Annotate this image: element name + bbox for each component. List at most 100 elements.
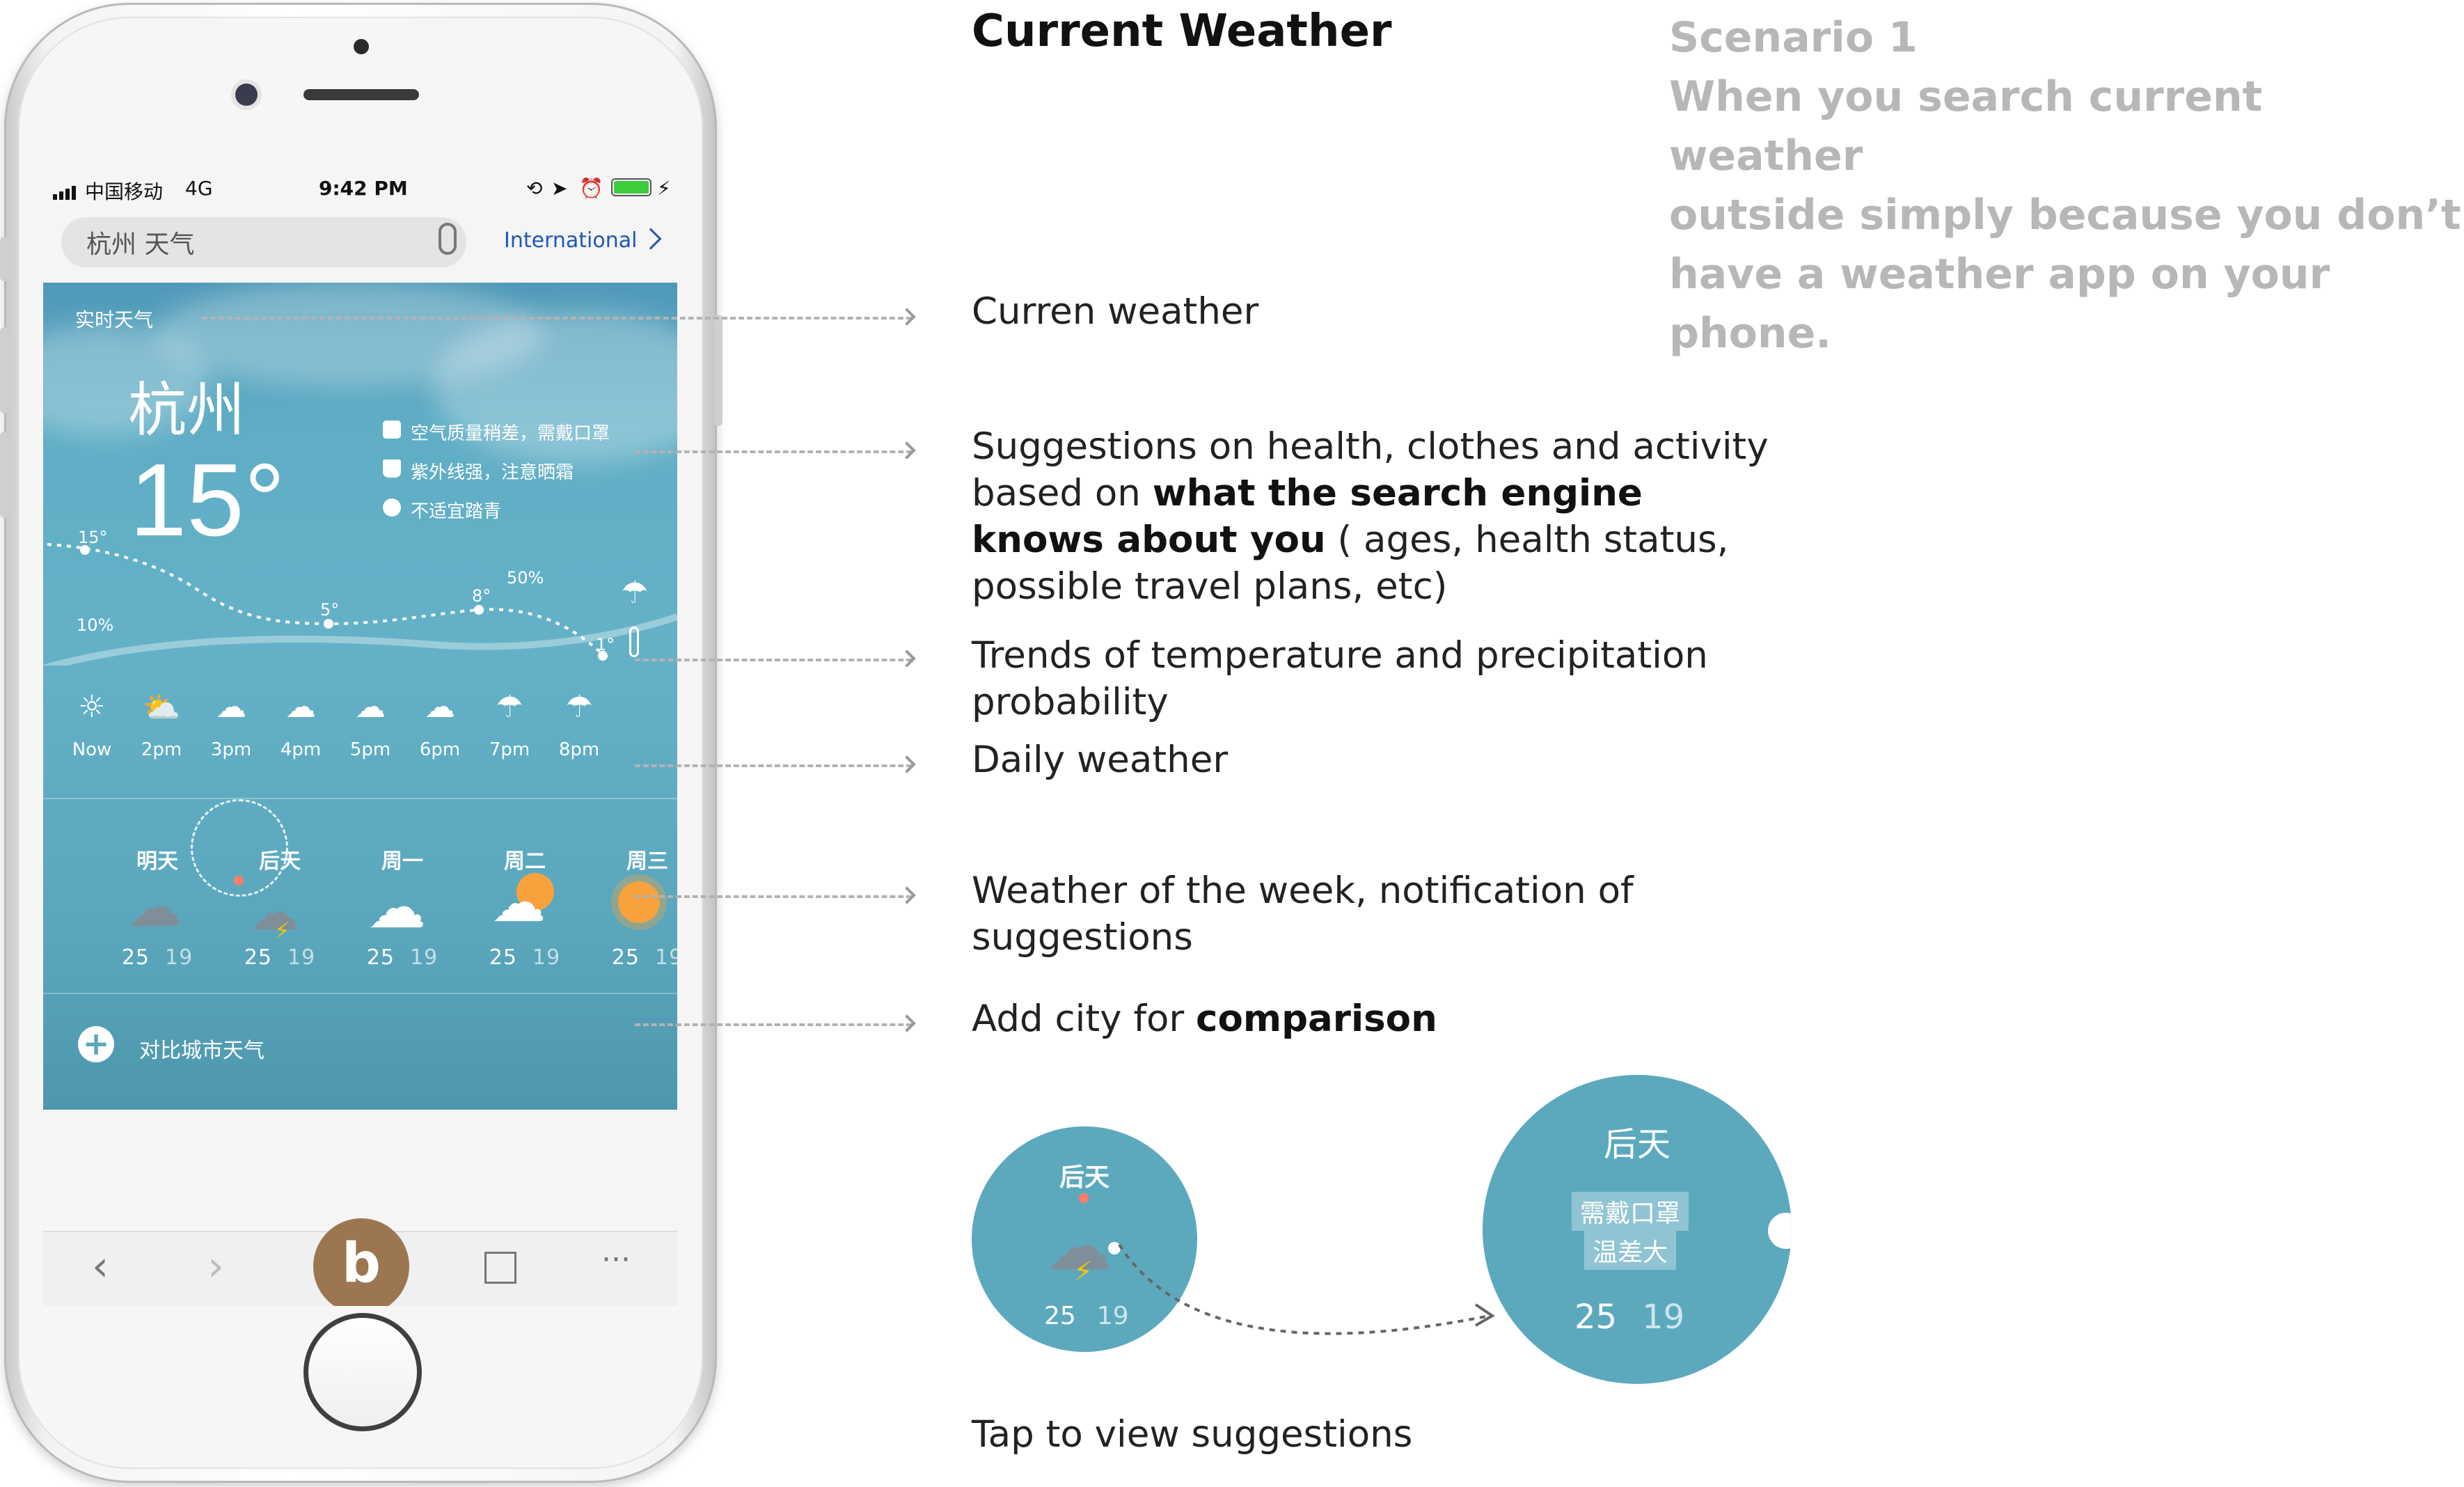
rain-cloud-icon[interactable]: ☁ [127, 874, 182, 939]
temp-point [474, 605, 484, 615]
bing-button[interactable]: b [313, 1218, 409, 1306]
annotation-text: Weather of the week, notification of sug… [972, 870, 1634, 959]
notification-dot [1079, 1193, 1089, 1203]
proximity-sensor [354, 39, 369, 54]
earpiece-speaker [303, 89, 419, 100]
back-icon[interactable]: ‹ [92, 1242, 109, 1291]
tip-text: 不适宜踏青 [411, 501, 502, 522]
city-name: 杭州 [128, 376, 246, 444]
weather-card: 实时天气 杭州 15° 空气质量稍差，需戴口罩 紫外线强，注意晒霜 不适宜踏青 … [43, 283, 677, 1110]
compare-city-button[interactable]: 对比城市天气 [139, 1033, 264, 1064]
suggestion-tag: 温差大 [1584, 1231, 1677, 1270]
cloud-icon[interactable]: ☁ [368, 873, 426, 941]
notification-dot [234, 876, 244, 886]
arrow-icon [898, 886, 916, 904]
connector-line [202, 317, 912, 320]
temp-label: 1° [596, 635, 615, 654]
annotation-text: Curren weather [972, 290, 1259, 333]
sun-icon: ☼ [78, 689, 106, 725]
tabs-icon[interactable] [484, 1252, 516, 1284]
connector-line [635, 450, 912, 453]
annotation-text: Add city for [972, 998, 1197, 1040]
tip-text: 空气质量稍差，需戴口罩 [411, 423, 610, 444]
mute-switch [0, 237, 8, 281]
cloud-moon-icon: ☁ [425, 689, 455, 725]
cloud-icon: ☁ [491, 872, 546, 934]
precip-label: 50% [507, 568, 544, 588]
annotation-compare: Add city for comparison [972, 996, 1772, 1042]
hour-label: Now [72, 739, 112, 760]
home-button[interactable] [303, 1313, 422, 1431]
day-temps: 25 19 [347, 945, 458, 970]
sun-icon[interactable] [618, 881, 660, 923]
microphone-icon[interactable] [439, 223, 457, 255]
arrow-icon [898, 1014, 916, 1032]
cloud-icon: ☁ [216, 689, 246, 725]
connector-line [635, 659, 912, 661]
page-indicator [1768, 1213, 1792, 1249]
trend-chart [43, 543, 677, 666]
low-temp: 19 [655, 945, 677, 970]
umbrella-icon[interactable]: ☂ [621, 575, 648, 611]
connector-line [635, 895, 912, 898]
connector-line [635, 1023, 912, 1026]
scenario-text: Scenario 1 When you search current weath… [1669, 13, 2461, 358]
high-temp: 25 [244, 945, 272, 970]
high-temp: 25 [1574, 1298, 1618, 1337]
volume-down-button [0, 432, 8, 518]
cloud-icon: ☁ [285, 689, 316, 725]
annotation-current-weather: Curren weather [972, 288, 1772, 335]
hour-label: 2pm [141, 739, 182, 760]
rain-icon: ☂ [565, 689, 593, 725]
precipitation-curve [43, 613, 677, 666]
divider [43, 798, 677, 799]
international-link[interactable]: International [504, 228, 637, 253]
high-temp: 25 [366, 945, 395, 970]
tap-arrow [1118, 1243, 1495, 1335]
signal-icon [53, 177, 78, 200]
low-temp: 19 [165, 945, 194, 970]
high-temp: 25 [489, 945, 517, 970]
day-temps: 25 19 [592, 945, 677, 970]
search-query[interactable]: 杭州 天气 [86, 224, 194, 260]
activity-icon [383, 498, 401, 517]
carrier-label: 中国移动 [85, 180, 164, 203]
annotation-emphasis: comparison [1196, 998, 1437, 1040]
tshirt-icon [383, 459, 401, 478]
suggestion-tag: 需戴口罩 [1572, 1192, 1689, 1231]
realtime-weather-label: 实时天气 [75, 308, 154, 331]
lightning-icon: ⚡ [1073, 1256, 1093, 1288]
hour-label: 8pm [558, 739, 600, 760]
charging-icon: ⚡ [657, 177, 671, 200]
battery-icon [611, 178, 651, 196]
forward-icon[interactable]: › [207, 1242, 224, 1291]
first-aid-icon [383, 420, 401, 439]
page-title: Current Weather [972, 6, 1392, 57]
network-label: 4G [185, 177, 213, 200]
front-camera-icon [235, 84, 258, 106]
thermometer-icon[interactable] [629, 627, 639, 657]
alarm-icon: ⏰ [579, 177, 603, 200]
lightning-icon: ⚡ [274, 918, 290, 944]
temp-label: 15° [78, 528, 108, 547]
annotation-daily: Daily weather [972, 737, 1772, 783]
day-temps: 25 19 [102, 945, 213, 970]
arrow-icon [898, 755, 916, 773]
day-name: 周二 [504, 849, 546, 874]
connector-line [635, 764, 912, 767]
zoom-temps: 25 19 [1574, 1298, 1684, 1337]
hour-label: 6pm [419, 739, 461, 760]
low-temp: 19 [287, 945, 316, 970]
zoom-after-tap: 后天 需戴口罩 温差大 25 19 [1483, 1075, 1792, 1384]
annotation-suggestions: Suggestions on health, clothes and activ… [972, 423, 1772, 610]
volume-up-button [0, 327, 8, 414]
hour-label: 7pm [489, 739, 530, 760]
day-name: 周三 [626, 849, 668, 874]
arrow-icon [898, 441, 916, 459]
arrow-icon [898, 308, 916, 326]
more-icon[interactable]: ··· [601, 1242, 631, 1277]
temp-point [324, 619, 333, 629]
add-city-icon[interactable]: + [78, 1026, 114, 1062]
temp-label: 8° [472, 586, 491, 606]
tap-caption: Tap to view suggestions [972, 1413, 1413, 1456]
